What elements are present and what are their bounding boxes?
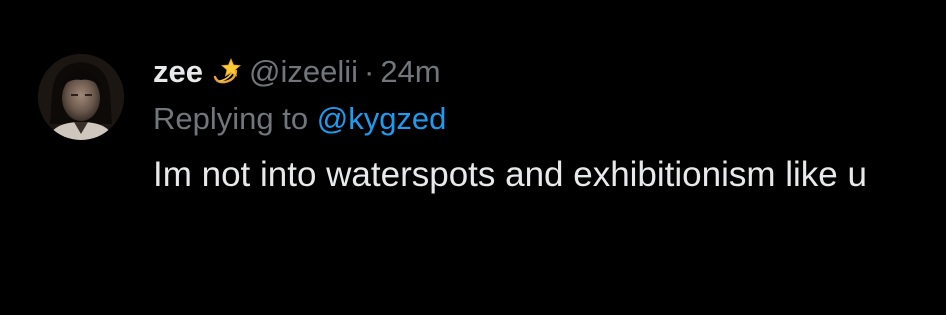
replying-to-mention[interactable]: @kygzed (317, 101, 447, 136)
display-name[interactable]: zee (153, 52, 203, 92)
user-handle[interactable]: @izeelii (249, 52, 358, 92)
tweet-text: Im not into waterspots and exhibitionism… (153, 155, 867, 194)
tweet-content: zee @izeelii · 24m Replying to @kygzed I… (153, 52, 933, 198)
separator-dot: · (363, 54, 375, 89)
dizzy-star-icon (211, 57, 241, 87)
avatar-image (38, 54, 124, 140)
tweet-header: zee @izeelii · 24m (153, 52, 933, 92)
replying-to-label: Replying to (153, 101, 309, 136)
tweet[interactable]: zee @izeelii · 24m Replying to @kygzed I… (0, 0, 946, 315)
timestamp[interactable]: 24m (380, 52, 440, 92)
avatar[interactable] (38, 54, 124, 140)
replying-to: Replying to @kygzed (153, 98, 933, 140)
